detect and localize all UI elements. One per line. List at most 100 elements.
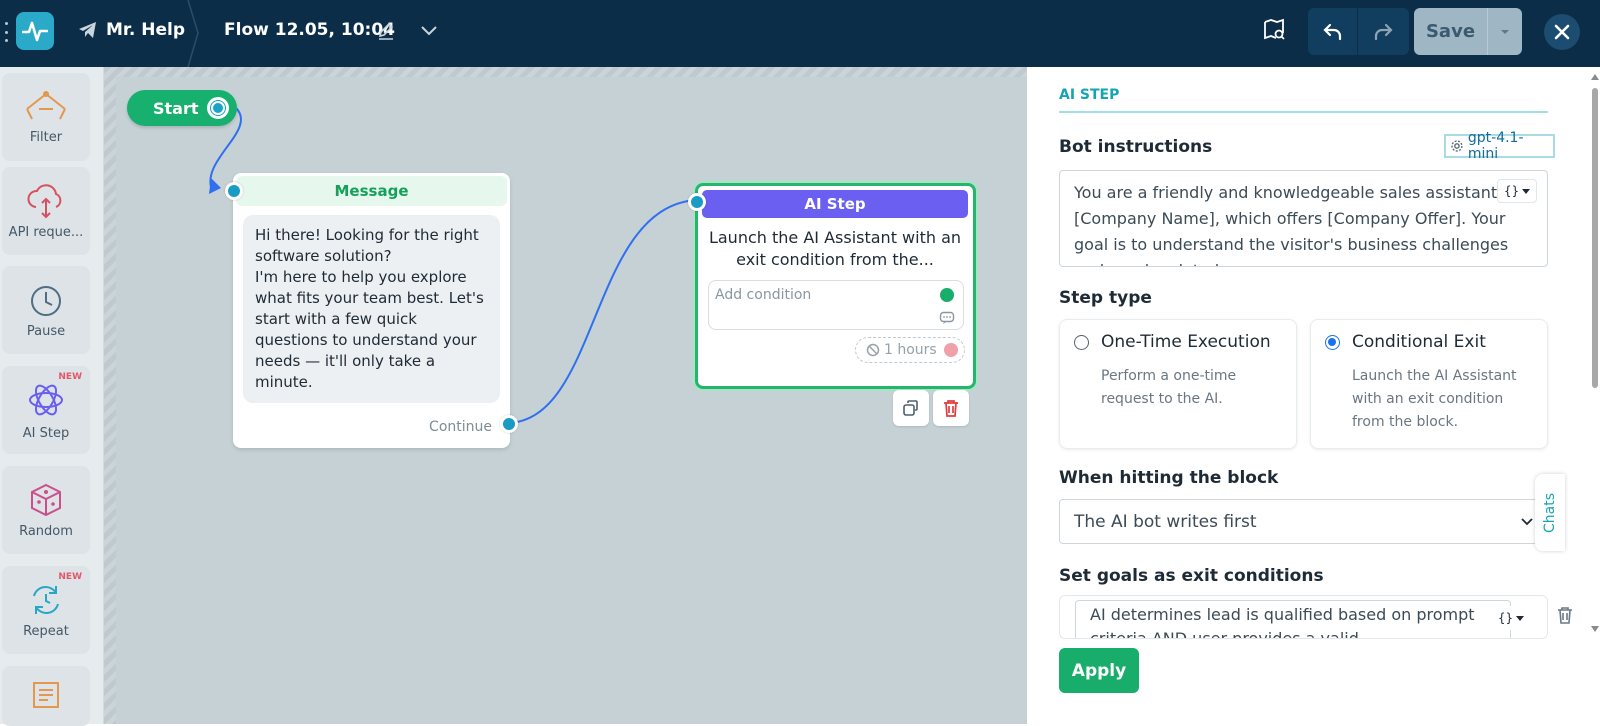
exit-condition-input[interactable]: AI determines lead is qualified based on… [1075,600,1511,639]
exit-condition-item: AI determines lead is qualified based on… [1059,595,1548,639]
panel-scrollbar[interactable] [1590,74,1600,644]
chevron-down-icon [1521,517,1533,525]
flow-name: Flow 12.05, 10:04 [224,20,396,40]
message-output-port[interactable] [500,415,518,433]
new-badge: NEW [58,572,82,582]
pulse-icon [22,21,48,42]
drag-handle-icon[interactable] [3,22,9,42]
ban-icon [866,343,880,357]
save-label: Save [1414,8,1488,55]
panel-title: AI STEP [1059,87,1120,103]
timeout-port[interactable] [944,343,958,357]
exit-conditions-label: Set goals as exit conditions [1059,566,1324,586]
history-controls [1308,8,1409,55]
sidebar-item-repeat[interactable]: NEW Repeat [2,566,90,654]
step-type-title: Conditional Exit [1352,332,1486,352]
start-label: Start [153,98,199,118]
exit-condition-text: AI determines lead is qualified based on… [1090,605,1475,639]
sidebar-item-label: API reque... [8,224,84,240]
redo-button[interactable] [1358,8,1408,55]
timeout-badge[interactable]: 1 hours [855,337,965,363]
sidebar-item-label: Pause [26,323,66,339]
one-time-radio[interactable] [1074,335,1089,350]
sidebar-item-ai-step[interactable]: NEW AI Step [2,366,90,454]
condition-port[interactable] [940,288,954,302]
delete-node-button[interactable] [933,390,969,426]
start-output-port[interactable] [207,97,229,119]
continue-label: Continue [429,419,492,435]
save-options-button[interactable] [1488,8,1522,55]
message-node[interactable]: Message Hi there! Looking for the right … [233,173,510,448]
gear-icon [1451,140,1463,152]
new-badge: NEW [58,372,82,382]
chats-tab[interactable]: Chats [1535,474,1565,551]
caret-down-icon [1522,188,1531,194]
bot-instructions-label: Bot instructions [1059,137,1213,157]
sidebar-item-pause[interactable]: Pause [2,266,90,354]
step-type-description: Perform a one-time request to the AI. [1101,368,1237,407]
step-type-description: Launch the AI Assistant with an exit con… [1352,368,1517,430]
breadcrumb-separator [187,0,199,67]
note-icon [33,682,59,708]
ai-step-input-port[interactable] [688,193,706,211]
add-condition-placeholder: Add condition [715,287,812,303]
bot-name: Mr. Help [106,20,186,40]
braces-icon: {} [1497,611,1514,625]
telegram-icon [79,22,96,38]
copy-icon [903,400,918,416]
sidebar-item-more[interactable] [2,666,90,726]
scroll-up-icon[interactable] [1591,74,1599,80]
ai-step-description: Launch the AI Assistant with an exit con… [708,228,962,269]
braces-icon: {} [1503,184,1520,198]
bot-instructions-text: You are a friendly and knowledgeable sal… [1074,183,1524,266]
pencil-icon[interactable] [377,21,395,41]
caret-down-icon [1516,615,1525,621]
step-type-one-time[interactable]: One-Time Execution Perform a one-time re… [1059,319,1297,449]
close-button[interactable] [1544,14,1580,50]
bot-selector[interactable]: Mr. Help [78,20,185,40]
undo-button[interactable] [1308,8,1358,55]
sidebar-item-label: Random [19,523,73,539]
app-logo[interactable] [16,12,54,50]
ai-step-node[interactable]: AI Step Launch the AI Assistant with an … [695,183,976,389]
message-input-port[interactable] [225,182,243,200]
step-type-label: Step type [1059,288,1152,308]
apply-button[interactable]: Apply [1059,648,1139,693]
scroll-down-icon[interactable] [1591,626,1599,632]
model-name: gpt-4.1-mini [1467,130,1524,162]
duplicate-button[interactable] [893,390,929,426]
trash-icon[interactable] [1556,605,1574,625]
when-hitting-label: When hitting the block [1059,468,1279,488]
add-condition-field[interactable]: Add condition [708,280,964,330]
step-type-conditional-exit[interactable]: Conditional Exit Launch the AI Assistant… [1310,319,1548,449]
cloud-api-icon [27,183,62,218]
close-icon [1554,24,1570,40]
sidebar-item-api-request[interactable]: API reque... [2,167,90,255]
trash-icon [944,400,958,417]
insert-variable-button[interactable]: {} [1497,179,1537,203]
filter-icon [26,90,66,119]
blocks-sidebar: Filter API reque... Pause NEW AI Step Ra… [0,67,104,726]
insert-variable-button[interactable]: {} [1492,606,1530,630]
chevron-down-icon[interactable] [420,24,438,38]
chats-tab-label: Chats [1542,492,1559,533]
dice-icon [31,483,61,516]
chat-icon [939,311,955,324]
when-hitting-select[interactable]: The AI bot writes first [1059,499,1548,544]
model-selector[interactable]: gpt-4.1-mini [1444,130,1555,162]
conditional-exit-radio[interactable] [1325,335,1340,350]
map-search-icon[interactable] [1262,18,1286,42]
sidebar-item-label: Filter [29,129,63,145]
start-node[interactable]: Start [127,90,237,126]
top-bar: Mr. Help Flow 12.05, 10:04 Save [0,0,1600,67]
scrollbar-thumb[interactable] [1592,88,1598,388]
sidebar-item-label: Repeat [23,623,69,639]
sidebar-item-random[interactable]: Random [2,466,90,554]
sidebar-item-filter[interactable]: Filter [2,73,90,161]
bot-instructions-textarea[interactable]: You are a friendly and knowledgeable sal… [1059,170,1548,267]
save-button[interactable]: Save [1414,8,1522,55]
ai-step-title: AI Step [702,190,968,218]
timeout-label: 1 hours [884,342,937,358]
node-toolbar [893,390,969,426]
caret-down-icon [1501,29,1509,34]
